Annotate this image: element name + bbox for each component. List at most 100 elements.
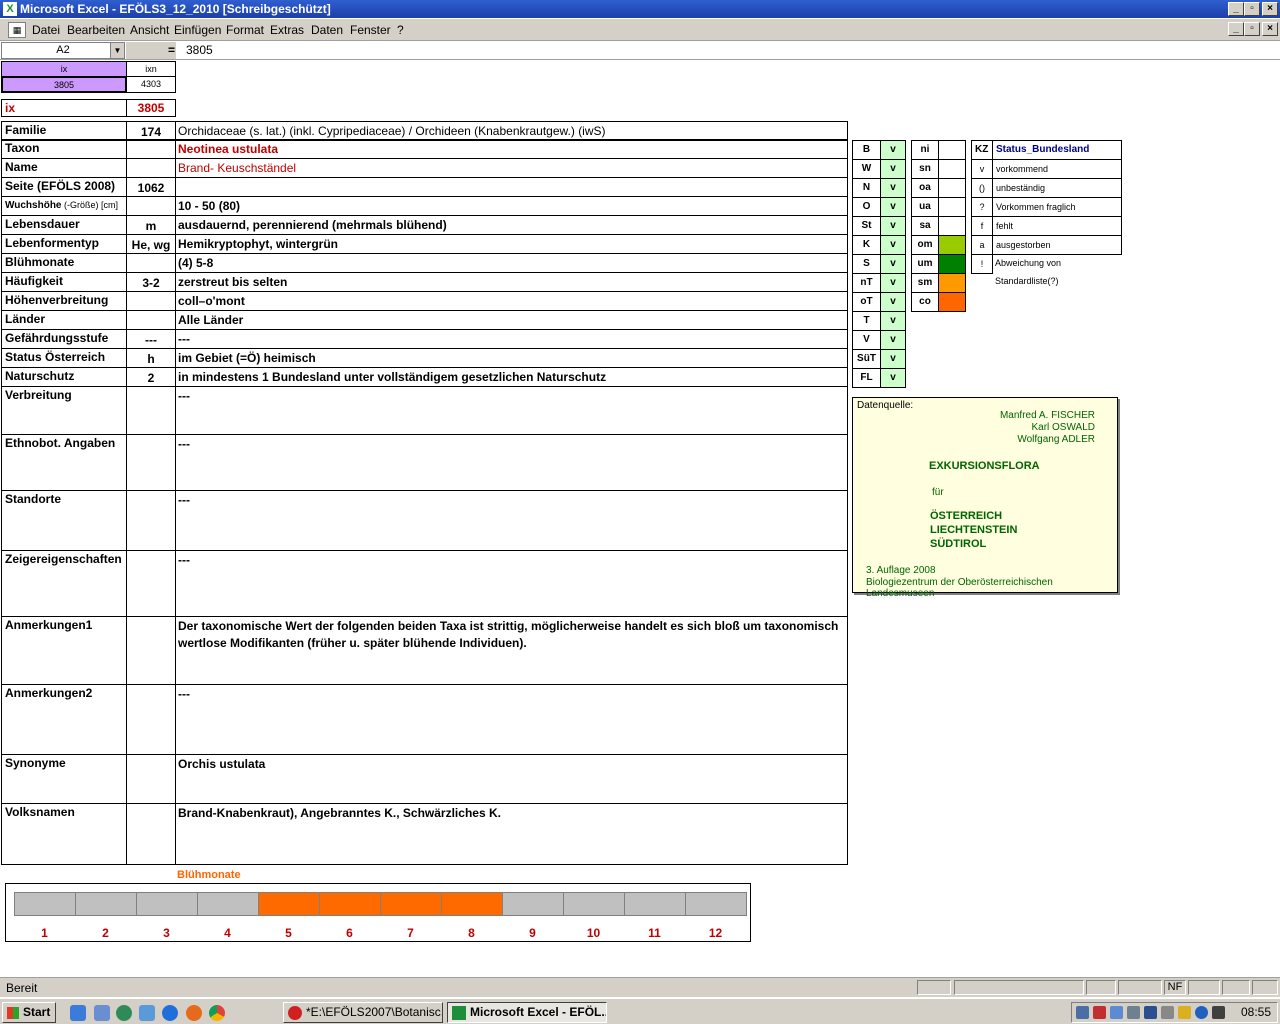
quicklaunch-chrome-icon[interactable] [209,1005,225,1021]
maximize-button[interactable]: ▫ [1244,2,1260,16]
state-status[interactable]: v [880,140,906,160]
state-status[interactable]: v [880,159,906,179]
menu-fenster[interactable]: Fenster [350,23,391,37]
row-value[interactable]: Neotinea ustulata [175,139,848,159]
tray-shield-icon[interactable] [1144,1006,1157,1019]
ixn-value-cell[interactable]: 4303 [126,76,176,93]
row-value[interactable]: in mindestens 1 Bundesland unter vollstä… [175,367,848,387]
tray-alert-icon[interactable] [1093,1006,1106,1019]
state-status[interactable]: v [880,330,906,350]
menu-bearbeiten[interactable]: Bearbeiten [67,23,125,37]
field-code [126,550,176,617]
row-code[interactable] [126,139,176,159]
row-code[interactable] [126,253,176,273]
task-button-excel[interactable]: Microsoft Excel - EFÖL... [447,1002,607,1023]
menu-help[interactable]: ? [397,23,404,37]
quicklaunch-firefox-icon[interactable] [186,1005,202,1021]
menu-format[interactable]: Format [226,23,264,37]
row-code[interactable]: He, wg [126,234,176,254]
row-code[interactable]: 2 [126,367,176,387]
field-value[interactable]: --- [175,684,848,755]
chevron-down-icon[interactable]: ▼ [110,43,124,58]
zone-abbr: ua [911,197,939,217]
state-status[interactable]: v [880,216,906,236]
menu-einfuegen[interactable]: Einfügen [174,23,221,37]
row-value[interactable]: 10 - 50 (80) [175,196,848,216]
tray-network-icon[interactable] [1076,1006,1089,1019]
row-code[interactable] [126,196,176,216]
row-code[interactable]: --- [126,329,176,349]
field-value[interactable]: --- [175,386,848,435]
state-status[interactable]: v [880,273,906,293]
row-code[interactable]: 174 [126,121,176,141]
row-value[interactable]: Orchidaceae (s. lat.) (inkl. Cypripediac… [175,121,848,141]
name-box[interactable]: A2 ▼ [1,42,125,59]
formula-input[interactable]: 3805 [186,43,213,57]
row-code[interactable] [126,158,176,178]
ix-value[interactable]: 3805 [126,99,176,117]
tray-usb-icon[interactable] [1127,1006,1140,1019]
tray-search-icon[interactable] [1110,1006,1123,1019]
row-code[interactable] [126,291,176,311]
row-value[interactable]: ausdauernd, perennierend (mehrmals blühe… [175,215,848,235]
tray-update-icon[interactable] [1178,1006,1191,1019]
field-value[interactable]: --- [175,490,848,551]
field-value[interactable]: Brand-Knabenkraut), Angebranntes K., Sch… [175,803,848,865]
state-status[interactable]: v [880,254,906,274]
state-status[interactable]: v [880,235,906,255]
ix-value-cell[interactable]: 3805 [1,76,127,93]
quicklaunch-browser-icon[interactable] [70,1005,86,1021]
doc-close-button[interactable]: × [1262,22,1278,36]
field-value[interactable]: --- [175,550,848,617]
state-status[interactable]: v [880,197,906,217]
state-status[interactable]: v [880,292,906,312]
row-code[interactable]: h [126,348,176,368]
state-abbr: St [852,216,881,236]
state-status[interactable]: v [880,178,906,198]
bloom-month-bar [258,892,320,916]
doc-minimize-button[interactable]: _ [1228,22,1244,36]
field-value[interactable]: Der taxonomische Wert der folgenden beid… [175,616,848,685]
state-abbr: S [852,254,881,274]
field-value[interactable]: --- [175,434,848,491]
row-label: Lebensdauer [1,215,127,235]
state-status[interactable]: v [880,349,906,369]
quicklaunch-desktop-icon[interactable] [94,1005,110,1021]
state-status[interactable]: v [880,311,906,331]
row-value[interactable]: Brand- Keuschständel [175,158,848,178]
workbook-icon[interactable]: ▦ [8,22,26,38]
row-code[interactable] [126,310,176,330]
row-value[interactable] [175,177,848,197]
close-button[interactable]: × [1262,2,1278,16]
bloom-month-bar [14,892,76,916]
quicklaunch-explorer-icon[interactable] [139,1005,155,1021]
doc-restore-button[interactable]: ▫ [1244,22,1260,36]
row-value[interactable]: Alle Länder [175,310,848,330]
state-status[interactable]: v [880,368,906,388]
row-value[interactable]: --- [175,329,848,349]
row-code[interactable]: 1062 [126,177,176,197]
field-value[interactable]: Orchis ustulata [175,754,848,804]
row-value[interactable]: (4) 5-8 [175,253,848,273]
row-value[interactable]: coll–o'mont [175,291,848,311]
row-value[interactable]: im Gebiet (=Ö) heimisch [175,348,848,368]
quicklaunch-media-icon[interactable] [116,1005,132,1021]
bloom-month-label: 8 [468,926,475,940]
row-value[interactable]: zerstreut bis selten [175,272,848,292]
zone-abbr: co [911,292,939,312]
minimize-button[interactable]: _ [1228,2,1244,16]
row-code[interactable]: 3-2 [126,272,176,292]
row-value[interactable]: Hemikryptophyt, wintergrün [175,234,848,254]
edition: 3. Auflage 2008 [866,565,936,576]
tray-info-icon[interactable] [1195,1006,1208,1019]
menu-datei[interactable]: Datei [32,23,60,37]
tray-volume-icon[interactable] [1161,1006,1174,1019]
row-code[interactable]: m [126,215,176,235]
menu-daten[interactable]: Daten [311,23,343,37]
start-button[interactable]: Start [2,1002,56,1023]
quicklaunch-ie-icon[interactable] [162,1005,178,1021]
task-button-botanic[interactable]: *E:\EFÖLS2007\Botanisc... [283,1002,443,1023]
tray-app-icon[interactable] [1212,1006,1225,1019]
menu-ansicht[interactable]: Ansicht [130,23,169,37]
menu-extras[interactable]: Extras [270,23,304,37]
